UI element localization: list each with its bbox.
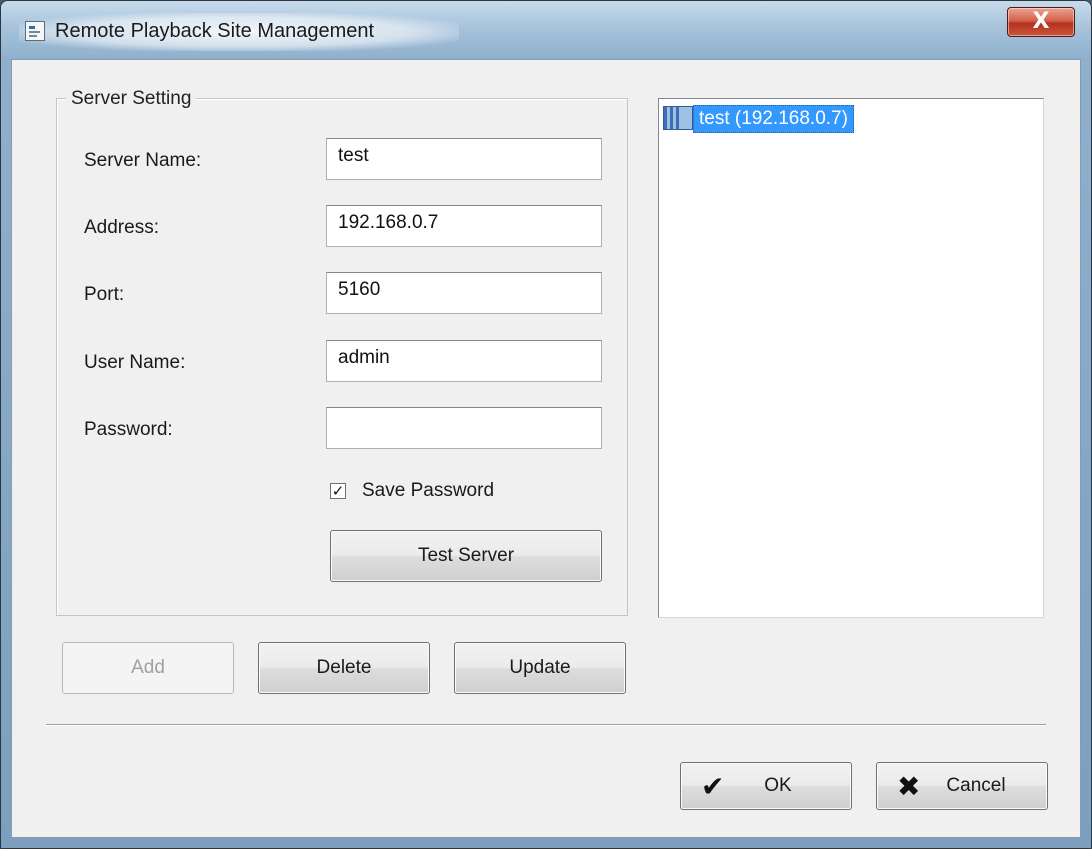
x-mark-icon: ✖ (897, 770, 921, 803)
cancel-label: Cancel (946, 775, 1006, 796)
close-icon: X (1032, 9, 1050, 34)
add-button[interactable]: Add (62, 642, 234, 694)
site-tree[interactable]: test (192.168.0.7) (658, 98, 1044, 618)
checkmark-icon: ✓ (331, 482, 345, 500)
port-input[interactable]: 5160 (326, 272, 602, 314)
checkmark-icon: ✔ (701, 770, 725, 803)
cancel-button[interactable]: ✖ Cancel (876, 762, 1048, 810)
dialog-body: Server Setting Server Name: test Address… (11, 59, 1081, 838)
address-label: Address: (84, 217, 159, 238)
address-input[interactable]: 192.168.0.7 (326, 205, 602, 247)
network-site-icon (663, 106, 693, 130)
dialog-window: Remote Playback Site Management X Server… (0, 0, 1092, 849)
save-password-checkbox[interactable]: ✓ (330, 483, 346, 499)
server-name-label: Server Name: (84, 150, 202, 171)
password-input[interactable] (326, 407, 602, 449)
close-button[interactable]: X (1007, 7, 1075, 37)
tree-item-label[interactable]: test (192.168.0.7) (693, 105, 854, 133)
test-server-button[interactable]: Test Server (330, 530, 602, 582)
app-icon (25, 21, 45, 41)
password-label: Password: (84, 419, 173, 440)
user-name-input[interactable]: admin (326, 340, 602, 382)
server-setting-legend: Server Setting (66, 88, 197, 110)
server-name-input[interactable]: test (326, 138, 602, 180)
delete-button[interactable]: Delete (258, 642, 430, 694)
ok-button[interactable]: ✔ OK (680, 762, 852, 810)
user-name-label: User Name: (84, 352, 186, 373)
title-bar[interactable]: Remote Playback Site Management X (1, 1, 1091, 59)
port-label: Port: (84, 284, 125, 305)
update-button[interactable]: Update (454, 642, 626, 694)
ok-label: OK (764, 775, 792, 796)
footer-separator (46, 724, 1046, 726)
save-password-label[interactable]: Save Password (362, 480, 494, 502)
window-title: Remote Playback Site Management (55, 20, 375, 42)
